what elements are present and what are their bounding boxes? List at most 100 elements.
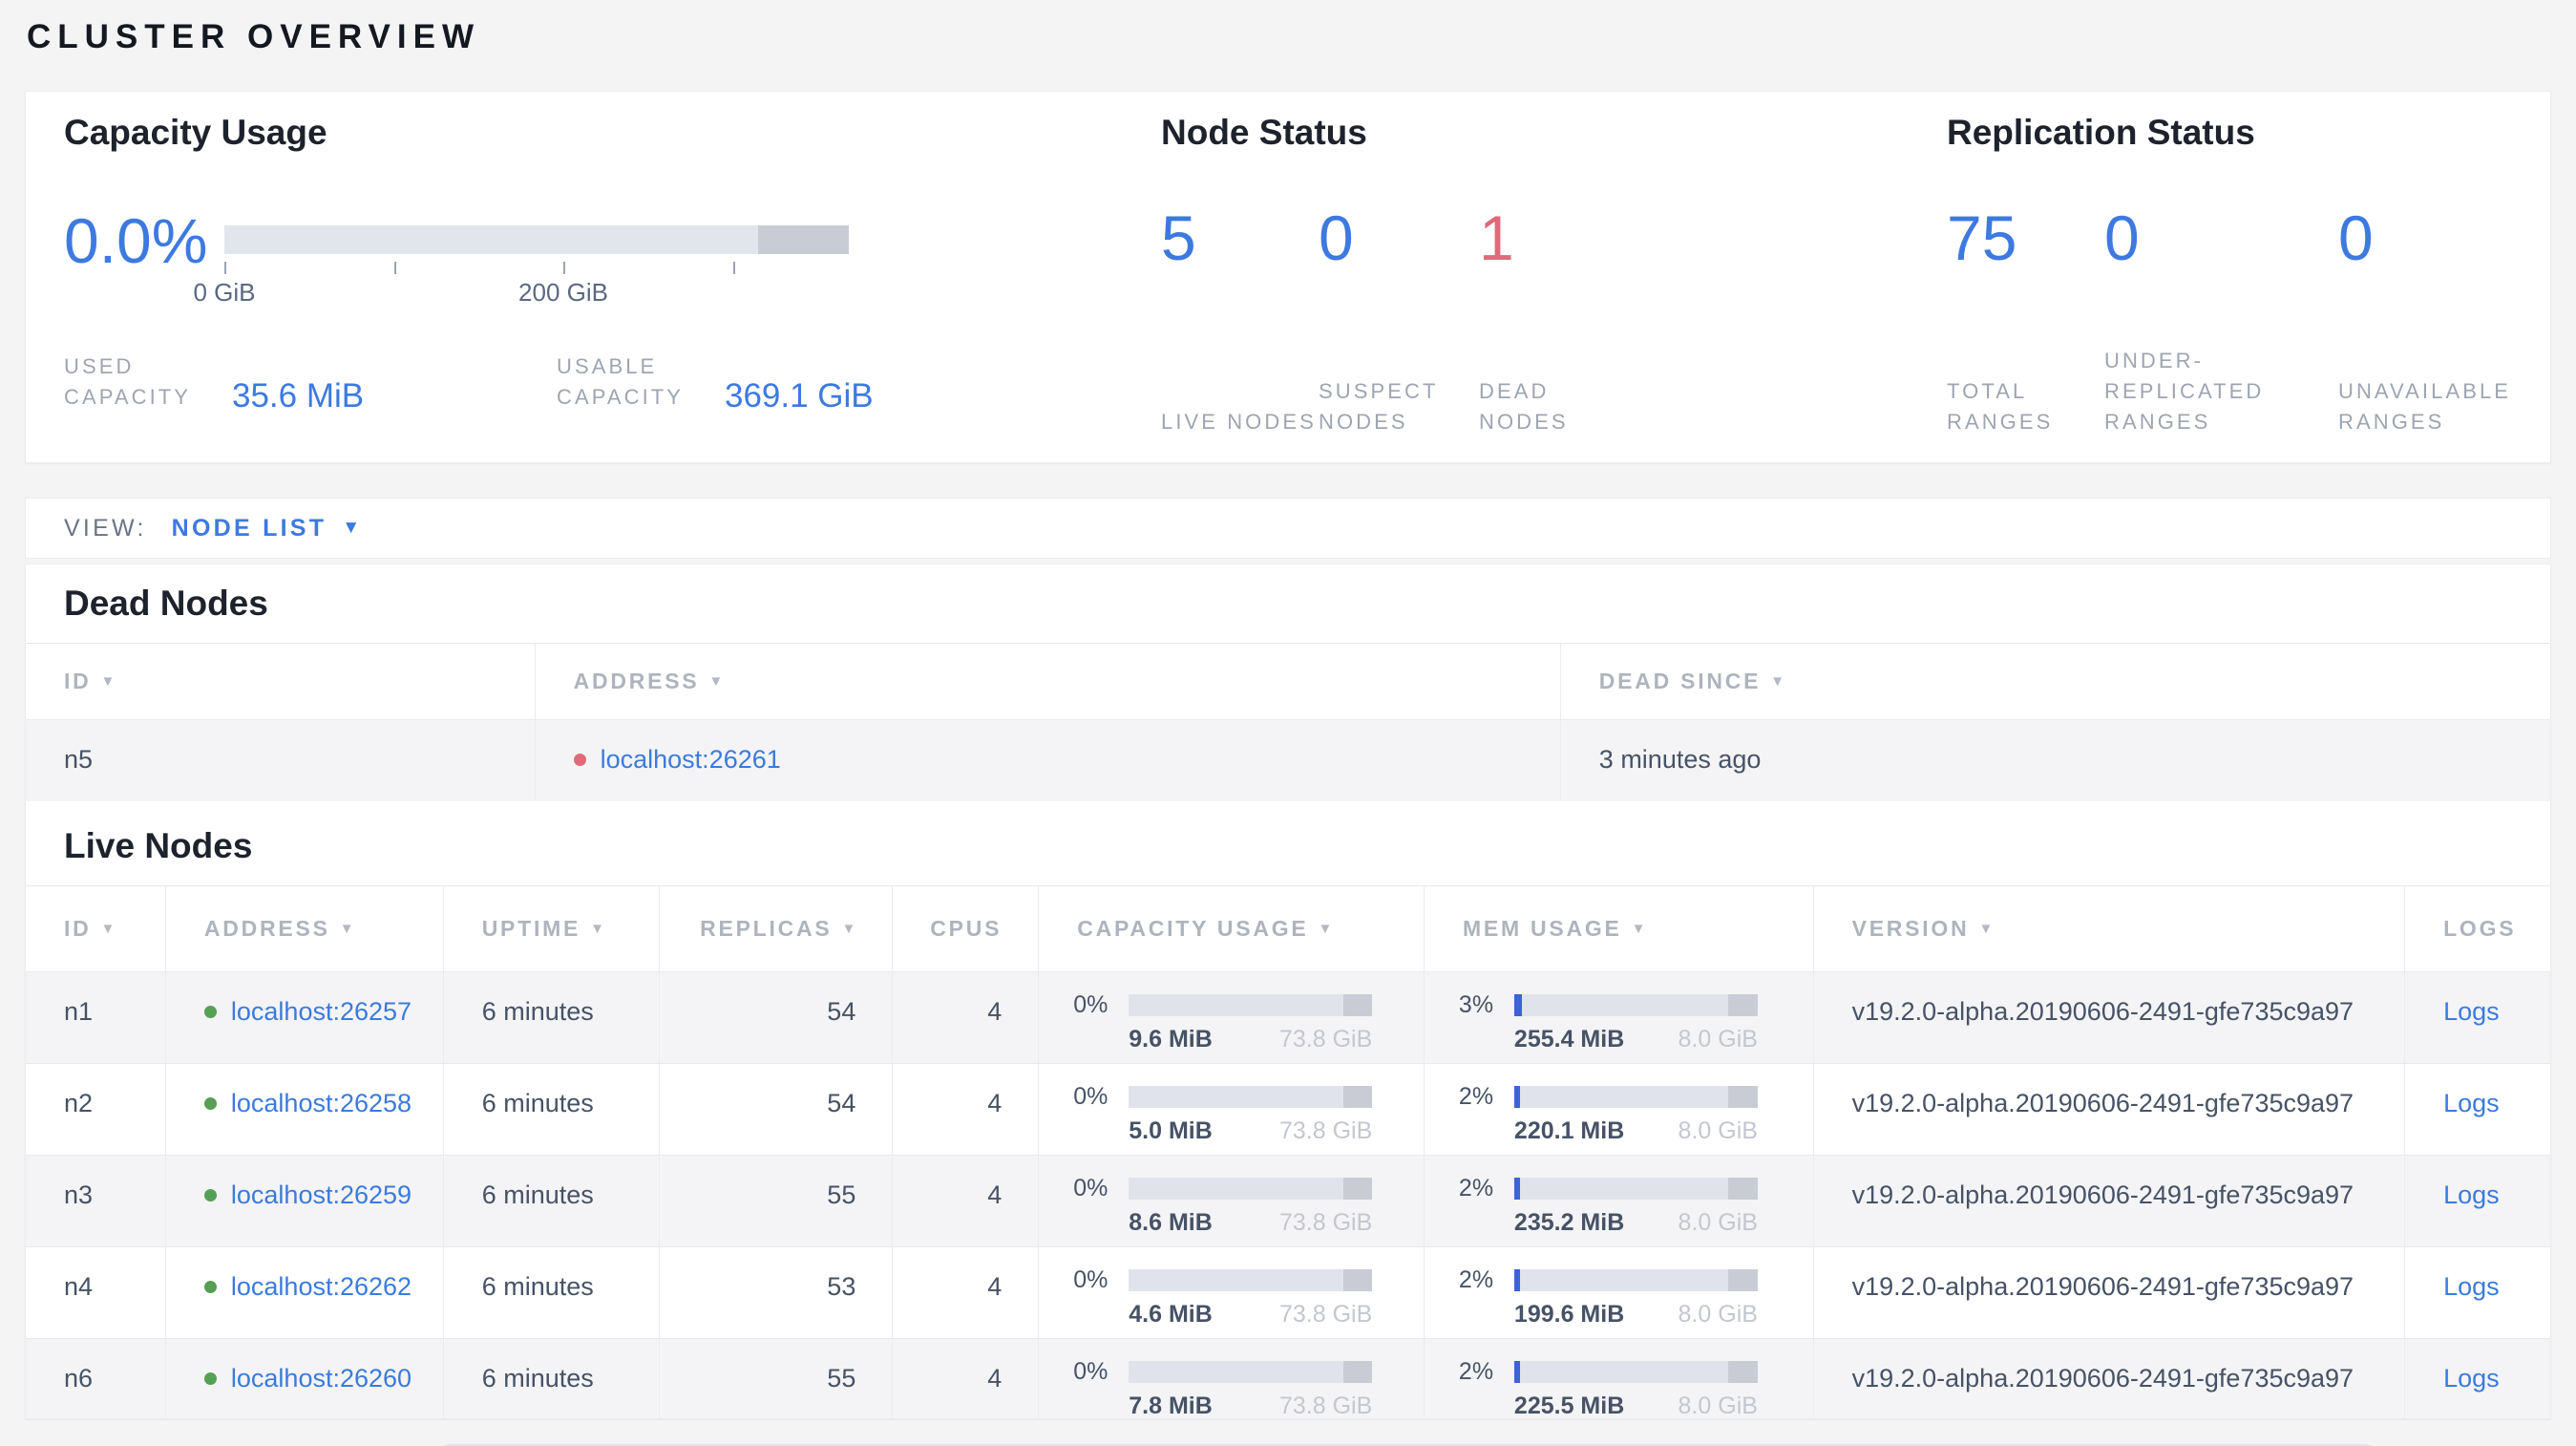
usage-bar: [1129, 1086, 1373, 1108]
usage-total-value: 73.8 GiB: [1278, 1393, 1373, 1419]
usage-bar-other-segment: [1728, 994, 1758, 1016]
replicas-cell: 54: [660, 972, 894, 1063]
usage-bar: [1513, 994, 1758, 1016]
column-header-label: ID: [64, 916, 92, 941]
usage-bar-other-segment: [1728, 1178, 1758, 1200]
column-header-address[interactable]: ADDRESS ▼: [536, 644, 1561, 719]
node-id-cell: n4: [26, 1247, 166, 1338]
logs-cell: Logs: [2405, 1156, 2550, 1246]
capacity-usage-cell: 0% 8.6 MiB 73.8 GiB: [1039, 1156, 1425, 1246]
column-header-label: ID: [64, 669, 92, 693]
column-header-version[interactable]: VERSION ▼: [1814, 886, 2406, 971]
column-header-label: VERSION: [1851, 916, 1970, 941]
usage-bar-other-segment: [1342, 1361, 1373, 1383]
column-header-address[interactable]: ADDRESS ▼: [166, 886, 444, 971]
suspect-nodes-count: 0: [1319, 202, 1354, 273]
dead-nodes-count: 1: [1479, 202, 1514, 273]
version-cell: v19.2.0-alpha.20190606-2491-gfe735c9a97: [1814, 1156, 2406, 1246]
node-id-cell: n5: [26, 720, 536, 801]
address-cell: localhost:26259: [166, 1156, 444, 1246]
live-nodes-count: 5: [1161, 202, 1196, 273]
usage-used-value: 5.0 MiB: [1129, 1117, 1213, 1144]
mem-usage-cell: 2% 199.6 MiB 8.0 GiB: [1425, 1247, 1814, 1338]
column-header-label: UPTIME: [481, 916, 581, 941]
version-cell: v19.2.0-alpha.20190606-2491-gfe735c9a97: [1814, 1339, 2406, 1418]
capacity-usage-cell: 0% 7.8 MiB 73.8 GiB: [1039, 1339, 1425, 1419]
column-header-cpus: CPUS: [893, 886, 1040, 971]
capacity-usage-cell: 0% 9.6 MiB 73.8 GiB: [1039, 972, 1425, 1063]
usage-used-value: 4.6 MiB: [1129, 1301, 1213, 1328]
column-header-replicas[interactable]: REPLICAS ▼: [660, 886, 894, 971]
usage-percent: 2%: [1458, 1266, 1494, 1293]
node-address-link[interactable]: localhost:26258: [231, 1089, 412, 1117]
logs-link[interactable]: Logs: [2443, 1180, 2500, 1209]
node-address-link[interactable]: localhost:26257: [231, 997, 412, 1026]
node-list-card: Dead Nodes ID ▼ ADDRESS ▼ DEAD SINCE ▼ n5 loca…: [25, 564, 2551, 1419]
capacity-axis-labels: 0 GiB 200 GiB: [193, 278, 849, 307]
address-cell: localhost:26257: [166, 972, 444, 1063]
live-node-row: n1 localhost:26257 6 minutes 54 4 0% 9.6 MiB 73…: [26, 971, 2550, 1063]
usage-bar: [1513, 1086, 1758, 1108]
node-live-icon: [203, 1281, 217, 1293]
logs-link[interactable]: Logs: [2443, 1089, 2500, 1117]
usage-percent: 0%: [1073, 991, 1109, 1018]
live-nodes-table: ID ▼ ADDRESS ▼ UPTIME ▼ REPLICAS ▼ CPUS CAPACITY …: [26, 885, 2550, 1419]
column-header-id[interactable]: ID ▼: [26, 644, 536, 719]
node-id-cell: n3: [26, 1156, 166, 1246]
usage-total-value: 8.0 GiB: [1678, 1393, 1758, 1419]
usage-used-value: 220.1 MiB: [1513, 1117, 1625, 1144]
usage-used-value: 8.6 MiB: [1129, 1209, 1213, 1236]
column-header-label: LOGS: [2443, 916, 2517, 941]
capacity-usage-section: Capacity Usage 0.0% 0 GiB 200 GiB USED CA…: [64, 92, 1124, 462]
replication-status-title: Replication Status: [1947, 113, 2255, 152]
capacity-axis-tick-label: 0 GiB: [193, 278, 256, 307]
live-nodes-label: LIVE NODES: [1161, 410, 1317, 434]
column-header-mem-usage[interactable]: MEM USAGE ▼: [1425, 886, 1814, 971]
sort-descending-icon: ▼: [590, 921, 604, 937]
mem-usage-cell: 2% 235.2 MiB 8.0 GiB: [1425, 1156, 1814, 1246]
sort-descending-icon: ▼: [100, 921, 116, 937]
node-address-link[interactable]: localhost:26262: [231, 1272, 412, 1301]
logs-link[interactable]: Logs: [2443, 1272, 2500, 1301]
capacity-used-percent: 0.0%: [64, 205, 208, 276]
sort-descending-icon: ▼: [100, 673, 116, 690]
usage-used-value: 7.8 MiB: [1129, 1393, 1213, 1419]
usage-bar: [1513, 1361, 1758, 1383]
usage-bar-other-segment: [1342, 1269, 1373, 1291]
cpus-cell: 4: [893, 1156, 1040, 1246]
address-cell: localhost:26261: [536, 720, 1561, 801]
column-header-label: CAPACITY USAGE: [1077, 916, 1309, 941]
column-header-uptime[interactable]: UPTIME ▼: [444, 886, 660, 971]
address-cell: localhost:26262: [166, 1247, 444, 1338]
live-nodes-table-header: ID ▼ ADDRESS ▼ UPTIME ▼ REPLICAS ▼ CPUS CAPACITY …: [26, 885, 2550, 971]
usage-bar: [1129, 994, 1373, 1016]
view-bar: VIEW: NODE LIST ▼: [25, 498, 2551, 559]
replicas-cell: 55: [660, 1156, 894, 1246]
view-dropdown[interactable]: NODE LIST ▼: [172, 515, 360, 542]
node-address-link[interactable]: localhost:26260: [231, 1364, 412, 1393]
live-node-row: n3 localhost:26259 6 minutes 55 4 0% 8.6 MiB 73…: [26, 1155, 2550, 1246]
usage-total-value: 8.0 GiB: [1678, 1209, 1758, 1236]
unavailable-ranges-stat: 0 UNAVAILABLE RANGES: [2338, 204, 2567, 437]
dead-nodes-table-body: n5 localhost:26261 3 minutes ago: [26, 719, 2550, 801]
usage-bar-other-segment: [1728, 1086, 1758, 1108]
node-id-cell: n2: [26, 1064, 166, 1155]
column-header-capacity-usage[interactable]: CAPACITY USAGE ▼: [1039, 886, 1425, 971]
logs-link[interactable]: Logs: [2443, 997, 2500, 1026]
column-header-dead-since[interactable]: DEAD SINCE ▼: [1561, 644, 2550, 719]
usage-bar: [1129, 1269, 1373, 1291]
node-address-link[interactable]: localhost:26261: [601, 745, 781, 774]
cpus-cell: 4: [893, 972, 1040, 1063]
live-nodes-stat: 5 LIVE NODES: [1161, 204, 1319, 437]
uptime-cell: 6 minutes: [444, 1339, 660, 1418]
chevron-down-icon: ▼: [342, 518, 361, 538]
version-cell: v19.2.0-alpha.20190606-2491-gfe735c9a97: [1814, 1247, 2406, 1338]
column-header-id[interactable]: ID ▼: [26, 886, 166, 971]
mem-usage-cell: 2% 220.1 MiB 8.0 GiB: [1425, 1064, 1814, 1155]
node-live-icon: [203, 1006, 217, 1018]
usage-total-value: 73.8 GiB: [1278, 1117, 1373, 1144]
node-address-link[interactable]: localhost:26259: [231, 1180, 412, 1209]
replicas-cell: 55: [660, 1339, 894, 1418]
node-dead-icon: [573, 754, 586, 766]
logs-link[interactable]: Logs: [2443, 1364, 2500, 1393]
